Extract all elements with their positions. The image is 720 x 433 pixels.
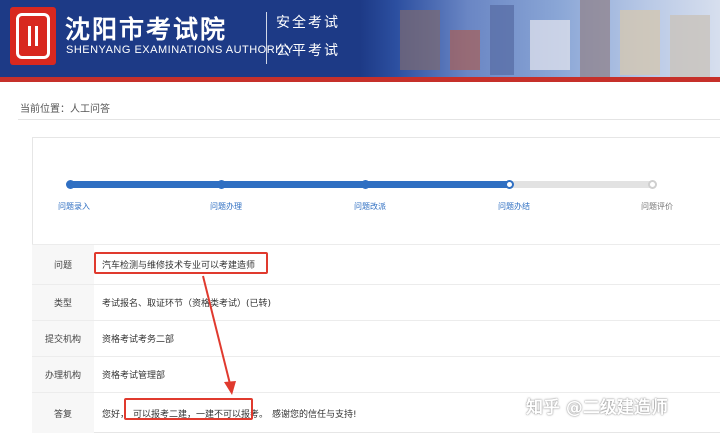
zhihu-watermark: 知乎 @二级建造师 bbox=[526, 398, 668, 418]
annotation-arrow-icon bbox=[202, 275, 236, 395]
